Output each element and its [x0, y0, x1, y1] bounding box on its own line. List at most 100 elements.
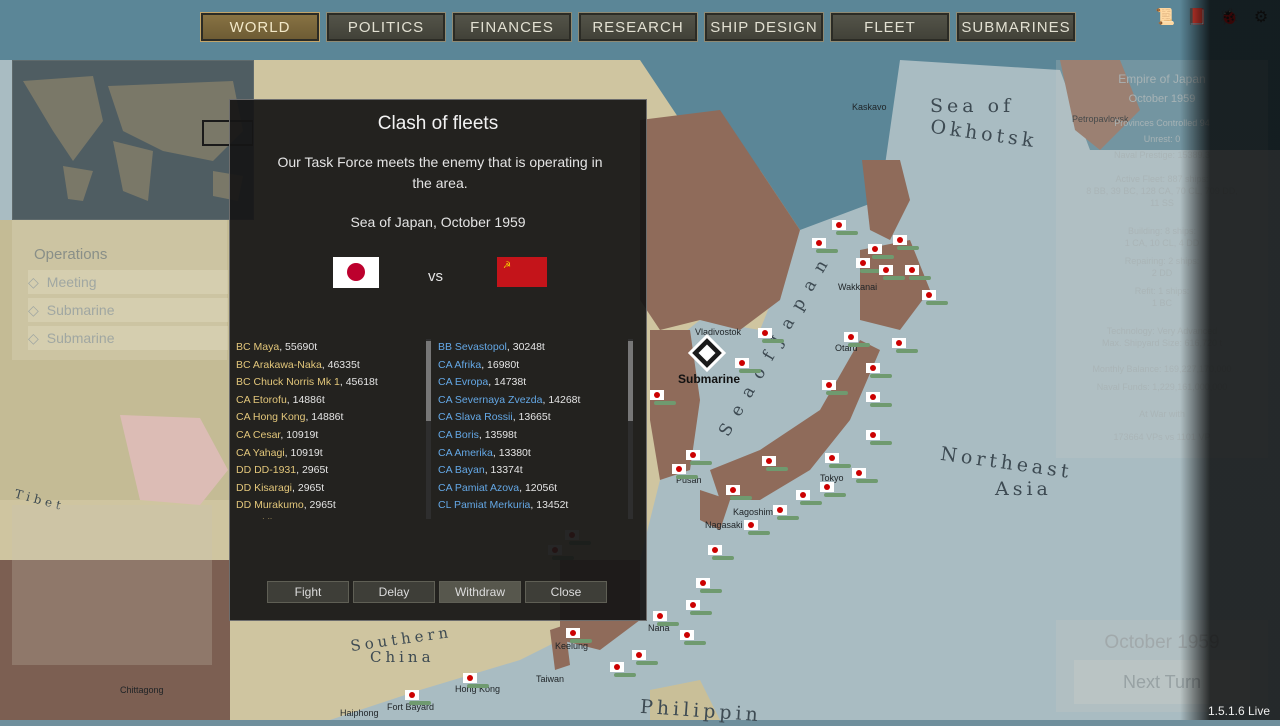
dialog-description: Our Task Force meets the enemy that is o…	[277, 154, 603, 191]
sea-label-asia: Asia	[995, 478, 1052, 500]
ship-tonnage: , 55690t	[279, 341, 318, 353]
delay-button[interactable]: Delay	[353, 581, 435, 603]
fight-button[interactable]: Fight	[267, 581, 349, 603]
fleet-ship-row[interactable]: CA Boris, 13598t	[438, 427, 626, 445]
scroll-icon[interactable]: 📜	[1154, 6, 1176, 28]
ship-name: CA Yahagi	[236, 446, 285, 459]
ship-name: DD DD-1931	[236, 464, 297, 477]
tab-research[interactable]: RESEARCH	[578, 12, 698, 42]
operation-item-label: Submarine	[46, 302, 115, 318]
ship-name: CA Amerika	[438, 446, 493, 459]
ship-name: CL Pamiat Merkuria	[438, 499, 531, 512]
fleet-ship-row[interactable]: BC Arakawa-Naka, 46335t	[236, 357, 426, 375]
ship-name: CA Cesar	[236, 428, 281, 441]
our-fleet-list[interactable]: BC Maya, 55690t BC Arakawa-Naka, 46335t BC…	[236, 339, 426, 519]
ship-tonnage: , 14738t	[488, 376, 527, 389]
submarine-marker-label: Submarine	[678, 372, 741, 386]
fleet-ship-row[interactable]: DD Kisaragi, 2965t	[236, 480, 426, 498]
city-chittagong[interactable]: Chittagong	[120, 685, 164, 695]
fleet-ship-row[interactable]: BB Sevastopol, 30248t	[438, 339, 626, 357]
scrollbar-thumb[interactable]	[426, 341, 431, 421]
fleet-ship-row[interactable]: CA Pamiat Azova, 12056t	[438, 480, 626, 498]
main-tabs: WORLD POLITICS FINANCES RESEARCH SHIP DE…	[200, 12, 1076, 42]
city-keelung[interactable]: Keelung	[555, 641, 588, 651]
ship-tonnage: , 2965t	[296, 464, 329, 477]
city-otaru[interactable]: Otaru	[835, 343, 858, 353]
tab-submarines[interactable]: SUBMARINES	[956, 12, 1076, 42]
ship-name: CA Etorofu	[236, 393, 287, 406]
fleet-ship-row[interactable]: CA Severnaya Zvezda, 14268t	[438, 392, 626, 410]
fleet-ship-row[interactable]: CA Bayan, 13374t	[438, 462, 626, 480]
ship-name: DD Kisaragi	[236, 481, 293, 494]
fleet-ship-row[interactable]: CA Amerika, 13380t	[438, 445, 626, 463]
operation-item-label: Meeting	[46, 274, 97, 290]
enemy-fleet-scrollbar[interactable]	[628, 339, 633, 519]
city-kagoshima[interactable]: Kagoshima	[733, 507, 778, 517]
ship-name: BC Maya	[236, 341, 280, 353]
operation-item-submarine-2[interactable]: ◇ Submarine	[28, 326, 228, 350]
ship-tonnage: , 13227t	[492, 517, 530, 519]
tab-finances[interactable]: FINANCES	[452, 12, 572, 42]
city-kaskavo[interactable]: Kaskavo	[852, 102, 887, 112]
sea-label-sea-of: Sea of	[930, 95, 1015, 117]
enemy-fleet-list[interactable]: BB Sevastopol, 30248t CA Afrika, 16980t CA…	[438, 339, 626, 519]
city-taiwan[interactable]: Taiwan	[536, 674, 564, 684]
city-hong-kong[interactable]: Hong Kong	[455, 684, 500, 694]
close-button[interactable]: Close	[525, 581, 607, 603]
fleet-ship-row[interactable]: CL Pamiat Merkuria, 13452t	[438, 497, 626, 515]
fleet-ship-row[interactable]: CA Etorofu, 14886t	[236, 392, 426, 410]
ship-tonnage: , 2965t	[292, 517, 324, 519]
dialog-title: Clash of fleets	[377, 113, 499, 134]
tab-world[interactable]: WORLD	[200, 12, 320, 42]
fleet-ship-row[interactable]: BC Chuck Norris Mk 1, 45618t	[236, 374, 426, 392]
tab-ship-design[interactable]: SHIP DESIGN	[704, 12, 824, 42]
ship-name: CA Bayan	[438, 464, 485, 477]
clash-of-fleets-dialog: Clash of fleets Our Task Force meets the…	[229, 99, 647, 621]
fleet-ship-row[interactable]: CA Slava Rossii, 13665t	[438, 409, 626, 427]
withdraw-button[interactable]: Withdraw	[439, 581, 521, 603]
fleet-ship-row[interactable]: DD Murakumo, 2965t	[236, 497, 426, 515]
fleet-ship-row[interactable]: DD Okikaze, 2965t	[236, 515, 426, 519]
city-wakkanai[interactable]: Wakkanai	[838, 282, 877, 292]
operation-item-submarine[interactable]: ◇ Submarine	[28, 298, 228, 322]
minimap[interactable]	[12, 60, 254, 220]
submarine-marker-icon[interactable]	[688, 334, 726, 372]
tab-politics[interactable]: POLITICS	[326, 12, 446, 42]
diamond-icon: ◇	[28, 273, 39, 290]
ship-name: CA Severnaya Zvezda	[438, 393, 543, 406]
fleet-ship-row[interactable]: CA Yahagi, 10919t	[236, 445, 426, 463]
soviet-flag-icon: ☭	[497, 257, 547, 287]
diamond-icon: ◇	[28, 329, 39, 346]
fleet-ship-row[interactable]: CL Amurets, 13227t	[438, 515, 626, 519]
ship-tonnage: , 13452t	[530, 499, 569, 512]
battle-location: Sea of Japan, October 1959	[350, 214, 526, 230]
fleet-ship-row[interactable]: CA Afrika, 16980t	[438, 357, 626, 375]
ship-name: BB Sevastopol	[438, 341, 507, 353]
city-pusan[interactable]: Pusan	[676, 475, 702, 485]
city-nagasaki[interactable]: Nagasaki	[705, 520, 743, 530]
fleet-ship-row[interactable]: CA Cesar, 10919t	[236, 427, 426, 445]
ship-tonnage: , 10919t	[284, 446, 323, 459]
ship-tonnage: , 14268t	[542, 393, 581, 406]
operations-title: Operations	[34, 246, 108, 263]
city-naha[interactable]: Naha	[648, 623, 670, 633]
city-haiphong[interactable]: Haiphong	[340, 708, 379, 718]
ship-tonnage: , 14886t	[286, 393, 325, 406]
ship-name: CA Hong Kong	[236, 411, 306, 424]
fleet-ship-row[interactable]: CA Hong Kong, 14886t	[236, 409, 426, 427]
city-tokyo[interactable]: Tokyo	[820, 473, 844, 483]
operation-item-meeting[interactable]: ◇ Meeting	[28, 270, 228, 294]
ship-tonnage: , 13665t	[512, 411, 551, 424]
fleet-ship-row[interactable]: CA Evropa, 14738t	[438, 374, 626, 392]
ship-tonnage: , 30248t	[506, 341, 545, 353]
diamond-icon: ◇	[28, 301, 39, 318]
tab-fleet[interactable]: FLEET	[830, 12, 950, 42]
ship-tonnage: , 13380t	[492, 446, 531, 459]
ship-name: BC Chuck Norris Mk 1	[236, 376, 340, 389]
fleet-ship-row[interactable]: DD DD-1931, 2965t	[236, 462, 426, 480]
our-fleet-scrollbar[interactable]	[426, 339, 431, 519]
city-fort-bayard[interactable]: Fort Bayard	[387, 702, 434, 712]
operation-item-label: Submarine	[46, 330, 115, 346]
fleet-ship-row[interactable]: BC Maya, 55690t	[236, 339, 426, 357]
scrollbar-thumb[interactable]	[628, 341, 633, 421]
